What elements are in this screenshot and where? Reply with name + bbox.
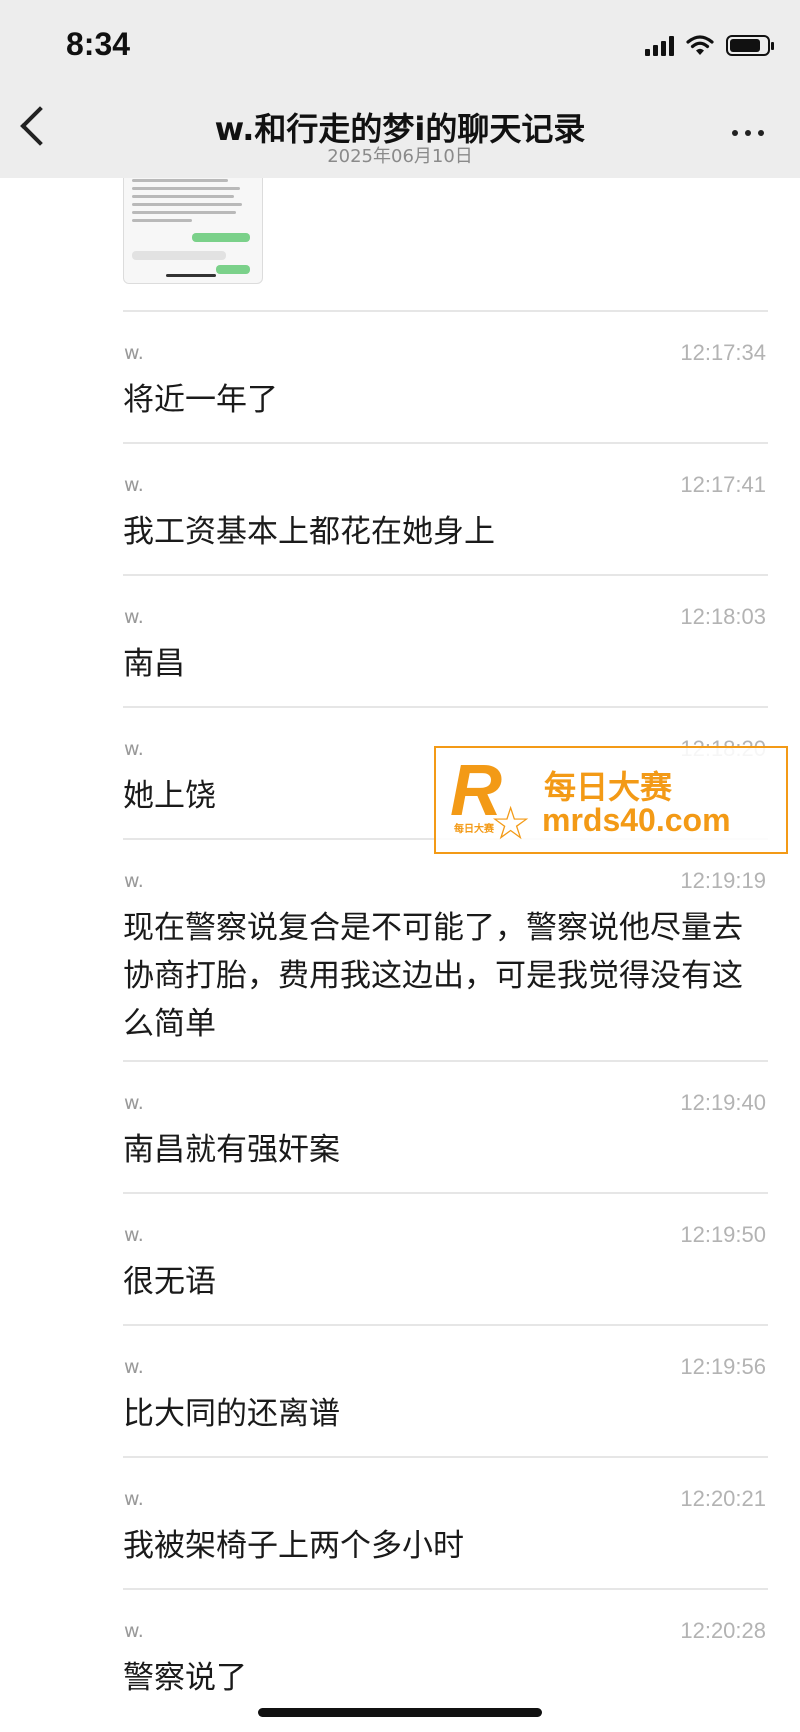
message-time: 12:19:56 bbox=[680, 1354, 766, 1379]
sender-name: w. bbox=[124, 1356, 144, 1378]
home-indicator[interactable] bbox=[258, 1708, 542, 1717]
message-text: 警察说了 bbox=[123, 1660, 247, 1696]
message-time: 12:20:28 bbox=[680, 1618, 766, 1643]
message-text: 比大同的还离谱 bbox=[123, 1396, 340, 1432]
watermark-banner: R ☆ 每日大赛 每日大赛 mrds40.com bbox=[434, 746, 788, 854]
watermark-url: mrds40.com bbox=[542, 802, 731, 838]
message-time: 12:19:19 bbox=[680, 868, 766, 893]
list-item: w. 12:19:50 很无语 bbox=[0, 1192, 800, 1324]
list-item: w. 12:19:19 现在警察说复合是不可能了，警察说他尽量去协商打胎，费用我… bbox=[0, 838, 800, 1060]
message-list: w. 12:17:34 将近一年了 w. 12:17:41 我工资基本上都花在她… bbox=[0, 310, 800, 1720]
wifi-icon bbox=[686, 35, 714, 55]
sender-name: w. bbox=[124, 1488, 144, 1510]
battery-icon bbox=[726, 34, 774, 56]
status-icons bbox=[645, 34, 774, 56]
battery-fill bbox=[730, 38, 760, 52]
list-item: w. 12:17:41 我工资基本上都花在她身上 bbox=[0, 442, 800, 574]
more-options-icon[interactable] bbox=[732, 130, 764, 136]
star-icon: ☆ bbox=[490, 796, 532, 850]
message-time: 12:18:03 bbox=[680, 604, 766, 629]
sender-name: w. bbox=[124, 342, 144, 364]
sender-name: w. bbox=[124, 738, 144, 760]
message-text: 我被架椅子上两个多小时 bbox=[123, 1528, 464, 1564]
message-text: 南昌 bbox=[123, 646, 185, 682]
message-text: 我工资基本上都花在她身上 bbox=[123, 514, 495, 550]
message-text: 很无语 bbox=[123, 1264, 216, 1300]
message-text: 现在警察说复合是不可能了，警察说他尽量去协商打胎，费用我这边出，可是我觉得没有这… bbox=[123, 910, 743, 1042]
header-bar: 8:34 w.和行走的梦i的聊天记录 2025年06月10日 bbox=[0, 0, 800, 178]
list-item: w. 12:20:21 我被架椅子上两个多小时 bbox=[0, 1456, 800, 1588]
message-time: 12:19:50 bbox=[680, 1222, 766, 1247]
sender-name: w. bbox=[124, 474, 144, 496]
list-item: w. 12:18:03 南昌 bbox=[0, 574, 800, 706]
sender-name: w. bbox=[124, 870, 144, 892]
message-time: 12:17:41 bbox=[680, 472, 766, 497]
message-text: 南昌就有强奸案 bbox=[123, 1132, 340, 1168]
list-item: w. 12:19:40 南昌就有强奸案 bbox=[0, 1060, 800, 1192]
signal-icon bbox=[645, 34, 674, 56]
message-time: 12:19:40 bbox=[680, 1090, 766, 1115]
sender-name: w. bbox=[124, 606, 144, 628]
message-time: 12:20:21 bbox=[680, 1486, 766, 1511]
sender-name: w. bbox=[124, 1224, 144, 1246]
page-date: 2025年06月10日 bbox=[327, 146, 473, 167]
watermark-small-text: 每日大赛 bbox=[454, 824, 494, 835]
list-item: w. 12:17:34 将近一年了 bbox=[0, 310, 800, 442]
sender-name: w. bbox=[124, 1092, 144, 1114]
list-item: w. 12:19:56 比大同的还离谱 bbox=[0, 1324, 800, 1456]
status-time: 8:34 bbox=[66, 26, 131, 62]
message-time: 12:17:34 bbox=[680, 340, 766, 365]
sender-name: w. bbox=[124, 1620, 144, 1642]
message-text: 将近一年了 bbox=[123, 382, 278, 418]
list-item: w. 12:20:28 警察说了 bbox=[0, 1588, 800, 1720]
